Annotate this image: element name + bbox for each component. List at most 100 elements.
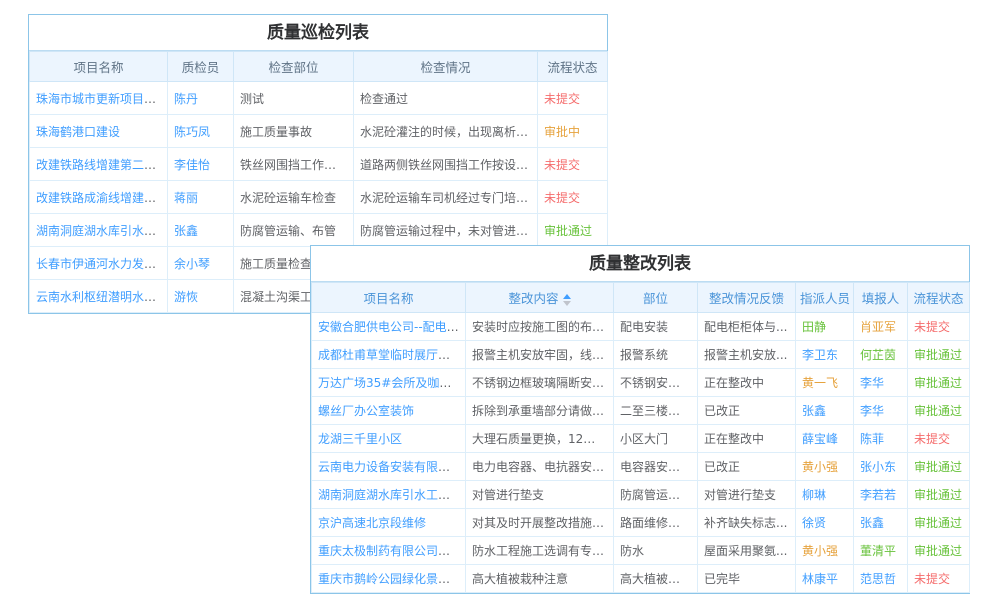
- inspection-situation-text: 检查通过: [360, 92, 408, 106]
- assignee-name-link[interactable]: 林康平: [802, 572, 838, 586]
- assignee-name-link[interactable]: 李卫东: [802, 348, 838, 362]
- rectify-feedback-text-cell: 对管进行垫支: [698, 481, 796, 509]
- inspector-name-link[interactable]: 李佳怡: [174, 158, 210, 172]
- inspection-situation-text-cell: 水泥砼运输车司机经过专门培训...: [354, 181, 538, 214]
- inspector-name-link[interactable]: 陈丹: [174, 92, 198, 106]
- assignee-name-link[interactable]: 黄一飞: [802, 376, 838, 390]
- project-name-link[interactable]: 云南电力设备安装有限公司20...: [318, 460, 466, 474]
- project-name-link[interactable]: 云南水利枢纽潜明水库...: [36, 290, 167, 304]
- reporter-name-link[interactable]: 张小东: [860, 460, 896, 474]
- project-name-link-cell: 京沪高速北京段维修: [312, 509, 466, 537]
- inspector-name-link-cell: 张鑫: [168, 214, 234, 247]
- sort-ascending-icon[interactable]: [563, 294, 571, 299]
- assignee-name-link[interactable]: 黄小强: [802, 460, 838, 474]
- table-row: 湖南洞庭湖水库引水工...张鑫防腐管运输、布管防腐管运输过程中，未对管进行...…: [30, 214, 608, 247]
- assignee-name-link[interactable]: 田静: [802, 320, 826, 334]
- assignee-name-link[interactable]: 徐贤: [802, 516, 826, 530]
- status-text-cell: 审批通过: [538, 214, 608, 247]
- rectify-feedback-text: 正在整改中: [704, 432, 764, 446]
- assignee-name-link[interactable]: 张鑫: [802, 404, 826, 418]
- project-name-link[interactable]: 安徽合肥供电公司--配电设备...: [318, 320, 466, 334]
- reporter-name-link[interactable]: 董清平: [860, 544, 896, 558]
- rectify-content-text-cell: 防水工程施工选调有专业资质...: [466, 537, 614, 565]
- project-name-link-cell: 湖南洞庭湖水库引水工程施工1...: [312, 481, 466, 509]
- project-name-link[interactable]: 重庆市鹅岭公园绿化景观提升...: [318, 572, 466, 586]
- reporter-name-link-cell: 肖亚军: [854, 313, 908, 341]
- assignee-name-link[interactable]: 薛宝峰: [802, 432, 838, 446]
- sort-icon[interactable]: [563, 294, 571, 306]
- column-header-feedback: 整改情况反馈: [698, 283, 796, 313]
- rectify-part-text-cell: 高大植被栽种: [614, 565, 698, 593]
- project-name-link[interactable]: 螺丝厂办公室装饰: [318, 404, 414, 418]
- reporter-name-link-cell: 李华: [854, 397, 908, 425]
- sort-descending-icon[interactable]: [563, 301, 571, 306]
- reporter-name-link[interactable]: 范思哲: [860, 572, 896, 586]
- table-row: 改建铁路线增建第二线...李佳怡铁丝网围挡工作检查道路两侧铁丝网围挡工作按设计.…: [30, 148, 608, 181]
- table-row: 珠海鹤港口建设陈巧凤施工质量事故水泥砼灌注的时候，出现离析现象审批中: [30, 115, 608, 148]
- reporter-name-link[interactable]: 肖亚军: [860, 320, 896, 334]
- assignee-name-link[interactable]: 黄小强: [802, 544, 838, 558]
- project-name-link[interactable]: 成都杜甫草堂临时展厅独立展...: [318, 348, 466, 362]
- status-text-cell: 审批通过: [908, 453, 970, 481]
- rectification-panel-title: 质量整改列表: [311, 246, 969, 282]
- status-text: 审批通过: [914, 348, 962, 362]
- rectification-panel: 质量整改列表 项目名称 整改内容 部位 整改情况反馈 指派人员 填报人 流程状态…: [310, 245, 970, 594]
- reporter-name-link-cell: 张鑫: [854, 509, 908, 537]
- project-name-link[interactable]: 珠海市城市更新项目紫...: [36, 92, 167, 106]
- status-text: 审批中: [544, 125, 580, 139]
- project-name-link[interactable]: 珠海鹤港口建设: [36, 125, 120, 139]
- status-text: 审批通过: [544, 224, 592, 238]
- inspection-situation-text: 道路两侧铁丝网围挡工作按设计...: [360, 158, 538, 172]
- inspector-name-link[interactable]: 游恢: [174, 290, 198, 304]
- assignee-name-link[interactable]: 柳琳: [802, 488, 826, 502]
- status-text: 审批通过: [914, 404, 962, 418]
- project-name-link-cell: 湖南洞庭湖水库引水工...: [30, 214, 168, 247]
- inspector-name-link-cell: 陈巧凤: [168, 115, 234, 148]
- table-row: 安徽合肥供电公司--配电设备...安装时应按施工图的布置，将...配电安装配电柜…: [312, 313, 970, 341]
- rectify-content-text: 高大植被栽种注意: [472, 572, 568, 586]
- project-name-link-cell: 云南电力设备安装有限公司20...: [312, 453, 466, 481]
- rectify-feedback-text-cell: 正在整改中: [698, 369, 796, 397]
- reporter-name-link-cell: 李华: [854, 369, 908, 397]
- rectify-feedback-text: 配电柜柜体与...: [704, 320, 787, 334]
- project-name-link[interactable]: 湖南洞庭湖水库引水工程施工1...: [318, 488, 466, 502]
- reporter-name-link[interactable]: 张鑫: [860, 516, 884, 530]
- inspector-name-link[interactable]: 陈巧凤: [174, 125, 210, 139]
- column-header-status: 流程状态: [538, 52, 608, 82]
- reporter-name-link[interactable]: 李若若: [860, 488, 896, 502]
- inspector-name-link[interactable]: 蒋丽: [174, 191, 198, 205]
- reporter-name-link[interactable]: 李华: [860, 376, 884, 390]
- inspector-name-link[interactable]: 张鑫: [174, 224, 198, 238]
- reporter-name-link[interactable]: 李华: [860, 404, 884, 418]
- inspector-name-link-cell: 游恢: [168, 280, 234, 313]
- status-text-cell: 审批通过: [908, 341, 970, 369]
- inspector-name-link[interactable]: 余小琴: [174, 257, 210, 271]
- rectify-part-text: 报警系统: [620, 348, 668, 362]
- column-header-reporter: 填报人: [854, 283, 908, 313]
- project-name-link[interactable]: 湖南洞庭湖水库引水工...: [36, 224, 167, 238]
- project-name-link[interactable]: 京沪高速北京段维修: [318, 516, 426, 530]
- project-name-link[interactable]: 改建铁路成渝线增建第...: [36, 191, 167, 205]
- column-header-rectify-content[interactable]: 整改内容: [466, 283, 614, 313]
- project-name-link[interactable]: 万达广场35#会所及咖啡厅空...: [318, 376, 466, 390]
- rectify-part-text-cell: 不锈钢安装...: [614, 369, 698, 397]
- table-row: 改建铁路成渝线增建第...蒋丽水泥砼运输车检查水泥砼运输车司机经过专门培训...…: [30, 181, 608, 214]
- assignee-name-link-cell: 林康平: [796, 565, 854, 593]
- project-name-link[interactable]: 长春市伊通河水力发电...: [36, 257, 167, 271]
- rectify-feedback-text-cell: 已完毕: [698, 565, 796, 593]
- rectify-content-text: 电力电容器、电抗器安装方案,...: [472, 460, 614, 474]
- status-text-cell: 未提交: [538, 181, 608, 214]
- status-text: 审批通过: [914, 516, 962, 530]
- table-row: 万达广场35#会所及咖啡厅空...不锈钢边框玻璃隔断安装不牢...不锈钢安装..…: [312, 369, 970, 397]
- project-name-link-cell: 长春市伊通河水力发电...: [30, 247, 168, 280]
- rectify-feedback-text: 报警主机安放...: [704, 348, 787, 362]
- reporter-name-link[interactable]: 何芷茵: [860, 348, 896, 362]
- project-name-link-cell: 螺丝厂办公室装饰: [312, 397, 466, 425]
- project-name-link[interactable]: 龙湖三千里小区: [318, 432, 402, 446]
- project-name-link[interactable]: 重庆太极制药有限公司亳州中...: [318, 544, 466, 558]
- project-name-link[interactable]: 改建铁路线增建第二线...: [36, 158, 167, 172]
- project-name-link-cell: 改建铁路线增建第二线...: [30, 148, 168, 181]
- assignee-name-link-cell: 黄小强: [796, 537, 854, 565]
- reporter-name-link[interactable]: 陈菲: [860, 432, 884, 446]
- reporter-name-link-cell: 范思哲: [854, 565, 908, 593]
